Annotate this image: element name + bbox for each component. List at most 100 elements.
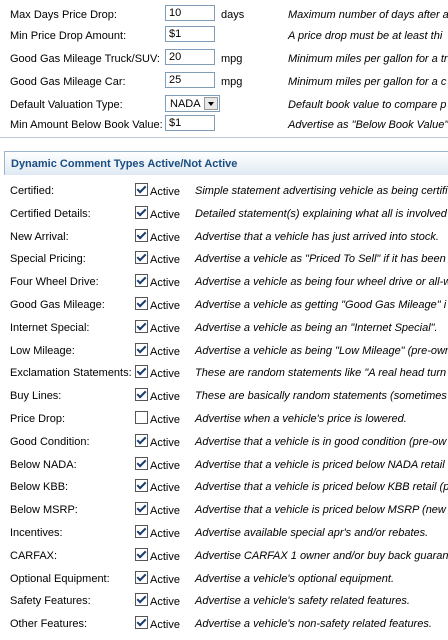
setting-description: Default book value to compare p <box>288 99 447 111</box>
comment-type-description: Advertise a vehicle as getting "Good Gas… <box>195 299 447 311</box>
comment-type-row: Internet Special: Active Advertise a vehic… <box>0 317 448 340</box>
setting-row-gas-car: Good Gas Mileage Car: mpg Minimum miles … <box>0 71 448 94</box>
active-label: Active <box>150 391 180 403</box>
active-label: Active <box>150 277 180 289</box>
comment-type-label: Low Mileage: <box>10 345 75 357</box>
active-label: Active <box>150 414 180 426</box>
comment-type-label: Safety Features: <box>10 595 91 607</box>
comment-type-description: Advertise a vehicle as being four wheel … <box>195 276 448 288</box>
comment-type-row: Safety Features: Active Advertise a vehicl… <box>0 590 448 613</box>
setting-description: Advertise as "Below Book Value" <box>288 119 448 131</box>
active-checkbox[interactable] <box>135 251 148 264</box>
unit-label: days <box>221 9 245 21</box>
active-checkbox[interactable] <box>135 434 148 447</box>
unit-label: mpg <box>221 76 243 88</box>
comment-type-label: Good Gas Mileage: <box>10 299 105 311</box>
active-label: Active <box>150 186 180 198</box>
comment-type-row: Four Wheel Drive: Active Advertise a vehic… <box>0 271 448 294</box>
active-checkbox[interactable] <box>135 479 148 492</box>
setting-label: Min Amount Below Book Value: <box>10 119 163 131</box>
active-label: Active <box>150 232 180 244</box>
active-checkbox[interactable] <box>135 297 148 310</box>
gas-mileage-car-input[interactable] <box>165 72 215 88</box>
comment-type-row: Incentives: Active Advertise available spe… <box>0 522 448 545</box>
comment-type-label: Special Pricing: <box>10 253 86 265</box>
active-checkbox[interactable] <box>135 411 148 424</box>
comment-type-label: Good Condition: <box>10 436 90 448</box>
gas-mileage-truck-input[interactable] <box>165 49 215 65</box>
comment-type-description: These are basically random statements (s… <box>195 390 447 402</box>
chevron-down-icon[interactable] <box>204 97 218 110</box>
setting-label: Max Days Price Drop: <box>10 9 117 21</box>
comment-type-description: Advertise a vehicle as being "Low Mileag… <box>195 345 448 357</box>
comment-type-label: Optional Equipment: <box>10 573 110 585</box>
active-checkbox[interactable] <box>135 229 148 242</box>
comment-type-row: Low Mileage: Active Advertise a vehicle as… <box>0 340 448 363</box>
active-checkbox[interactable] <box>135 388 148 401</box>
comment-type-description: Advertise that a vehicle has just arrive… <box>195 231 439 243</box>
comment-type-description: Detailed statement(s) explaining what al… <box>195 208 447 220</box>
comment-type-row: Exclamation Statements: Active These are r… <box>0 362 448 385</box>
comment-type-row: Good Condition: Active Advertise that a ve… <box>0 431 448 454</box>
comment-type-description: Advertise a vehicle as being an "Interne… <box>195 322 438 334</box>
min-price-drop-input[interactable] <box>165 26 215 42</box>
comment-type-row: Special Pricing: Active Advertise a vehicl… <box>0 248 448 271</box>
comment-type-row: Buy Lines: Active These are basically rand… <box>0 385 448 408</box>
valuation-type-select[interactable]: NADA <box>165 95 220 112</box>
comment-type-description: Advertise a vehicle's non-safety related… <box>195 618 432 630</box>
unit-label: mpg <box>221 53 243 65</box>
active-checkbox[interactable] <box>135 457 148 470</box>
active-label: Active <box>150 505 180 517</box>
active-checkbox[interactable] <box>135 616 148 629</box>
active-label: Active <box>150 574 180 586</box>
active-checkbox[interactable] <box>135 343 148 356</box>
comment-type-label: Certified Details: <box>10 208 91 220</box>
active-label: Active <box>150 460 180 472</box>
active-checkbox[interactable] <box>135 571 148 584</box>
comment-type-label: CARFAX: <box>10 550 58 562</box>
active-checkbox[interactable] <box>135 274 148 287</box>
active-checkbox[interactable] <box>135 320 148 333</box>
active-label: Active <box>150 596 180 608</box>
active-checkbox[interactable] <box>135 593 148 606</box>
comment-type-description: Advertise when a vehicle's price is lowe… <box>195 413 407 425</box>
comment-type-description: Advertise available special apr's and/or… <box>195 527 429 539</box>
comment-type-description: Advertise CARFAX 1 owner and/or buy back… <box>195 550 448 562</box>
comment-type-label: Other Features: <box>10 618 88 630</box>
active-checkbox[interactable] <box>135 525 148 538</box>
comment-type-label: Buy Lines: <box>10 390 62 402</box>
comment-type-row: Certified: Active Simple statement adverti… <box>0 180 448 203</box>
setting-description: A price drop must be at least thi <box>288 30 443 42</box>
comment-type-row: Certified Details: Active Detailed stateme… <box>0 203 448 226</box>
setting-label: Min Price Drop Amount: <box>10 30 127 42</box>
comment-type-description: Advertise that a vehicle is priced below… <box>195 504 446 516</box>
setting-row-min-price-drop: Min Price Drop Amount: A price drop must… <box>0 25 448 48</box>
active-label: Active <box>150 551 180 563</box>
active-label: Active <box>150 346 180 358</box>
section-divider <box>0 137 448 138</box>
setting-description: Minimum miles per gallon for a c <box>288 76 447 88</box>
max-days-input[interactable] <box>165 5 215 21</box>
comment-type-label: Internet Special: <box>10 322 90 334</box>
valuation-type-value: NADA <box>170 98 201 110</box>
active-checkbox[interactable] <box>135 365 148 378</box>
comment-type-row: CARFAX: Active Advertise CARFAX 1 owner an… <box>0 545 448 568</box>
active-checkbox[interactable] <box>135 548 148 561</box>
comment-type-label: Below KBB: <box>10 481 69 493</box>
active-checkbox[interactable] <box>135 502 148 515</box>
setting-label: Good Gas Mileage Truck/SUV: <box>10 53 160 65</box>
min-below-book-input[interactable] <box>165 115 215 131</box>
active-checkbox[interactable] <box>135 206 148 219</box>
active-checkbox[interactable] <box>135 183 148 196</box>
section-header: Dynamic Comment Types Active/Not Active <box>4 151 448 175</box>
comment-type-label: New Arrival: <box>10 231 69 243</box>
comment-type-row: Below NADA: Active Advertise that a vehicl… <box>0 454 448 477</box>
setting-row-gas-truck: Good Gas Mileage Truck/SUV: mpg Minimum … <box>0 48 448 71</box>
setting-description: Maximum number of days after a <box>288 9 448 21</box>
comment-type-label: Price Drop: <box>10 413 66 425</box>
setting-label: Default Valuation Type: <box>10 99 123 111</box>
comment-type-description: Advertise a vehicle's optional equipment… <box>195 573 394 585</box>
comment-type-row: Other Features: Active Advertise a vehicle… <box>0 613 448 636</box>
active-label: Active <box>150 368 180 380</box>
comment-type-description: Advertise that a vehicle is in good cond… <box>195 436 447 448</box>
